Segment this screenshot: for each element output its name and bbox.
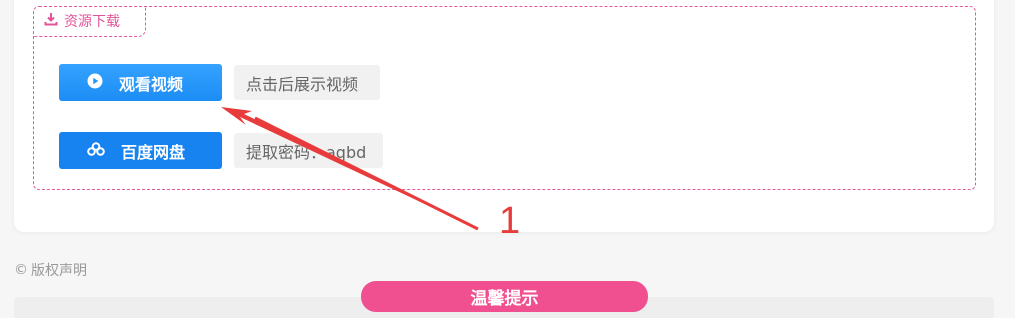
download-section-label: 资源下载 [64, 14, 120, 30]
baidu-cloud-icon [87, 141, 105, 161]
watch-video-button[interactable]: 观看视频 [59, 64, 222, 101]
extract-code-text: 提取密码：aqbd [246, 142, 367, 162]
watch-video-label: 观看视频 [119, 74, 184, 94]
baidu-pan-button[interactable]: 百度网盘 [59, 132, 222, 169]
tip-heading: 温馨提示 [361, 281, 648, 312]
play-icon [87, 73, 103, 93]
download-icon [44, 12, 58, 30]
video-hint-tag: 点击后展示视频 [234, 65, 380, 100]
extract-code-tag: 提取密码：aqbd [234, 133, 383, 168]
video-hint-text: 点击后展示视频 [246, 74, 359, 94]
download-section-tab: 资源下载 [33, 6, 146, 37]
copyright-symbol: © [14, 262, 28, 278]
copyright-notice[interactable]: © 版权声明 [14, 260, 87, 280]
tip-heading-label: 温馨提示 [470, 289, 539, 309]
baidu-pan-label: 百度网盘 [121, 142, 186, 162]
annotation-number: 1 [499, 200, 521, 242]
copyright-label: 版权声明 [31, 263, 87, 279]
